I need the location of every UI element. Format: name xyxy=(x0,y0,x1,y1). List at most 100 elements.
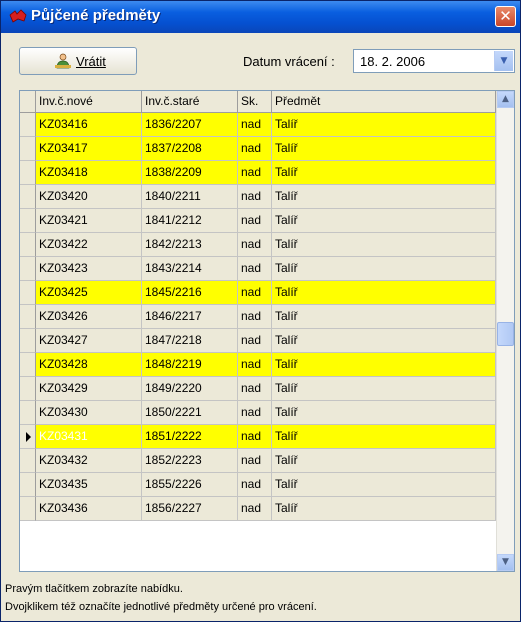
cell-inv-old[interactable]: 1856/2227 xyxy=(142,497,238,521)
cell-item[interactable]: Talíř xyxy=(272,233,496,257)
return-date-picker[interactable]: 18. 2. 2006 ▼ xyxy=(353,49,515,73)
cell-item[interactable]: Talíř xyxy=(272,377,496,401)
row-indicator[interactable] xyxy=(20,473,36,497)
vertical-scrollbar[interactable]: ▲ ▼ xyxy=(496,91,514,571)
cell-category[interactable]: nad xyxy=(238,185,272,209)
table-row[interactable]: KZ03418 1838/2209 nad Talíř xyxy=(20,161,496,185)
column-header-inv-new[interactable]: Inv.č.nové xyxy=(36,91,142,112)
cell-inv-new[interactable]: KZ03429 xyxy=(36,377,142,401)
borrowed-items-grid[interactable]: Inv.č.nové Inv.č.staré Sk. Předmět KZ034… xyxy=(19,90,515,572)
row-indicator[interactable] xyxy=(20,137,36,161)
table-row[interactable]: KZ03436 1856/2227 nad Talíř xyxy=(20,497,496,521)
cell-category[interactable]: nad xyxy=(238,281,272,305)
row-indicator[interactable] xyxy=(20,425,36,449)
row-indicator[interactable] xyxy=(20,257,36,281)
cell-inv-old[interactable]: 1845/2216 xyxy=(142,281,238,305)
close-button[interactable]: ✕ xyxy=(495,6,516,27)
cell-inv-old[interactable]: 1836/2207 xyxy=(142,113,238,137)
cell-inv-new[interactable]: KZ03431 xyxy=(36,425,142,449)
column-header-item[interactable]: Předmět xyxy=(272,91,496,112)
cell-item[interactable]: Talíř xyxy=(272,353,496,377)
cell-inv-new[interactable]: KZ03430 xyxy=(36,401,142,425)
table-row[interactable]: KZ03425 1845/2216 nad Talíř xyxy=(20,281,496,305)
table-row[interactable]: KZ03423 1843/2214 nad Talíř xyxy=(20,257,496,281)
cell-inv-new[interactable]: KZ03425 xyxy=(36,281,142,305)
cell-category[interactable]: nad xyxy=(238,497,272,521)
cell-inv-old[interactable]: 1848/2219 xyxy=(142,353,238,377)
cell-category[interactable]: nad xyxy=(238,353,272,377)
cell-category[interactable]: nad xyxy=(238,377,272,401)
cell-item[interactable]: Talíř xyxy=(272,425,496,449)
cell-category[interactable]: nad xyxy=(238,425,272,449)
row-indicator[interactable] xyxy=(20,209,36,233)
cell-inv-new[interactable]: KZ03423 xyxy=(36,257,142,281)
cell-inv-old[interactable]: 1855/2226 xyxy=(142,473,238,497)
cell-inv-new[interactable]: KZ03416 xyxy=(36,113,142,137)
table-row[interactable]: KZ03429 1849/2220 nad Talíř xyxy=(20,377,496,401)
cell-item[interactable]: Talíř xyxy=(272,497,496,521)
cell-item[interactable]: Talíř xyxy=(272,137,496,161)
cell-inv-new[interactable]: KZ03421 xyxy=(36,209,142,233)
cell-inv-old[interactable]: 1840/2211 xyxy=(142,185,238,209)
cell-item[interactable]: Talíř xyxy=(272,185,496,209)
column-header-category[interactable]: Sk. xyxy=(238,91,272,112)
table-row[interactable]: KZ03417 1837/2208 nad Talíř xyxy=(20,137,496,161)
table-row[interactable]: KZ03428 1848/2219 nad Talíř xyxy=(20,353,496,377)
cell-category[interactable]: nad xyxy=(238,161,272,185)
table-row[interactable]: KZ03426 1846/2217 nad Talíř xyxy=(20,305,496,329)
table-row[interactable]: KZ03435 1855/2226 nad Talíř xyxy=(20,473,496,497)
cell-inv-old[interactable]: 1837/2208 xyxy=(142,137,238,161)
cell-inv-old[interactable]: 1849/2220 xyxy=(142,377,238,401)
cell-inv-old[interactable]: 1846/2217 xyxy=(142,305,238,329)
row-indicator[interactable] xyxy=(20,353,36,377)
cell-item[interactable]: Talíř xyxy=(272,281,496,305)
table-row[interactable]: KZ03431 1851/2222 nad Talíř xyxy=(20,425,496,449)
table-row[interactable]: KZ03427 1847/2218 nad Talíř xyxy=(20,329,496,353)
cell-item[interactable]: Talíř xyxy=(272,113,496,137)
cell-inv-new[interactable]: KZ03435 xyxy=(36,473,142,497)
table-row[interactable]: KZ03430 1850/2221 nad Talíř xyxy=(20,401,496,425)
cell-item[interactable]: Talíř xyxy=(272,161,496,185)
table-row[interactable]: KZ03432 1852/2223 nad Talíř xyxy=(20,449,496,473)
cell-item[interactable]: Talíř xyxy=(272,329,496,353)
cell-inv-old[interactable]: 1838/2209 xyxy=(142,161,238,185)
cell-inv-new[interactable]: KZ03422 xyxy=(36,233,142,257)
cell-category[interactable]: nad xyxy=(238,401,272,425)
cell-item[interactable]: Talíř xyxy=(272,473,496,497)
return-button[interactable]: Vrátit xyxy=(19,47,137,75)
row-indicator[interactable] xyxy=(20,161,36,185)
scroll-up-icon[interactable]: ▲ xyxy=(497,91,514,108)
cell-inv-new[interactable]: KZ03426 xyxy=(36,305,142,329)
cell-inv-new[interactable]: KZ03436 xyxy=(36,497,142,521)
row-indicator[interactable] xyxy=(20,449,36,473)
title-bar[interactable]: Půjčené předměty ✕ xyxy=(1,1,520,33)
scroll-thumb[interactable] xyxy=(497,322,514,346)
table-row[interactable]: KZ03416 1836/2207 nad Talíř xyxy=(20,113,496,137)
cell-inv-old[interactable]: 1851/2222 xyxy=(142,425,238,449)
cell-inv-old[interactable]: 1852/2223 xyxy=(142,449,238,473)
table-row[interactable]: KZ03421 1841/2212 nad Talíř xyxy=(20,209,496,233)
cell-category[interactable]: nad xyxy=(238,329,272,353)
cell-item[interactable]: Talíř xyxy=(272,401,496,425)
row-indicator[interactable] xyxy=(20,113,36,137)
row-indicator[interactable] xyxy=(20,401,36,425)
cell-category[interactable]: nad xyxy=(238,305,272,329)
cell-category[interactable]: nad xyxy=(238,233,272,257)
cell-inv-old[interactable]: 1842/2213 xyxy=(142,233,238,257)
column-header-inv-old[interactable]: Inv.č.staré xyxy=(142,91,238,112)
cell-inv-old[interactable]: 1850/2221 xyxy=(142,401,238,425)
cell-item[interactable]: Talíř xyxy=(272,305,496,329)
chevron-down-icon[interactable]: ▼ xyxy=(494,51,513,71)
cell-category[interactable]: nad xyxy=(238,449,272,473)
cell-inv-new[interactable]: KZ03417 xyxy=(36,137,142,161)
cell-inv-new[interactable]: KZ03418 xyxy=(36,161,142,185)
cell-category[interactable]: nad xyxy=(238,209,272,233)
row-indicator[interactable] xyxy=(20,185,36,209)
row-indicator[interactable] xyxy=(20,497,36,521)
cell-inv-new[interactable]: KZ03428 xyxy=(36,353,142,377)
row-indicator[interactable] xyxy=(20,281,36,305)
table-row[interactable]: KZ03422 1842/2213 nad Talíř xyxy=(20,233,496,257)
cell-category[interactable]: nad xyxy=(238,257,272,281)
cell-inv-new[interactable]: KZ03427 xyxy=(36,329,142,353)
cell-item[interactable]: Talíř xyxy=(272,209,496,233)
